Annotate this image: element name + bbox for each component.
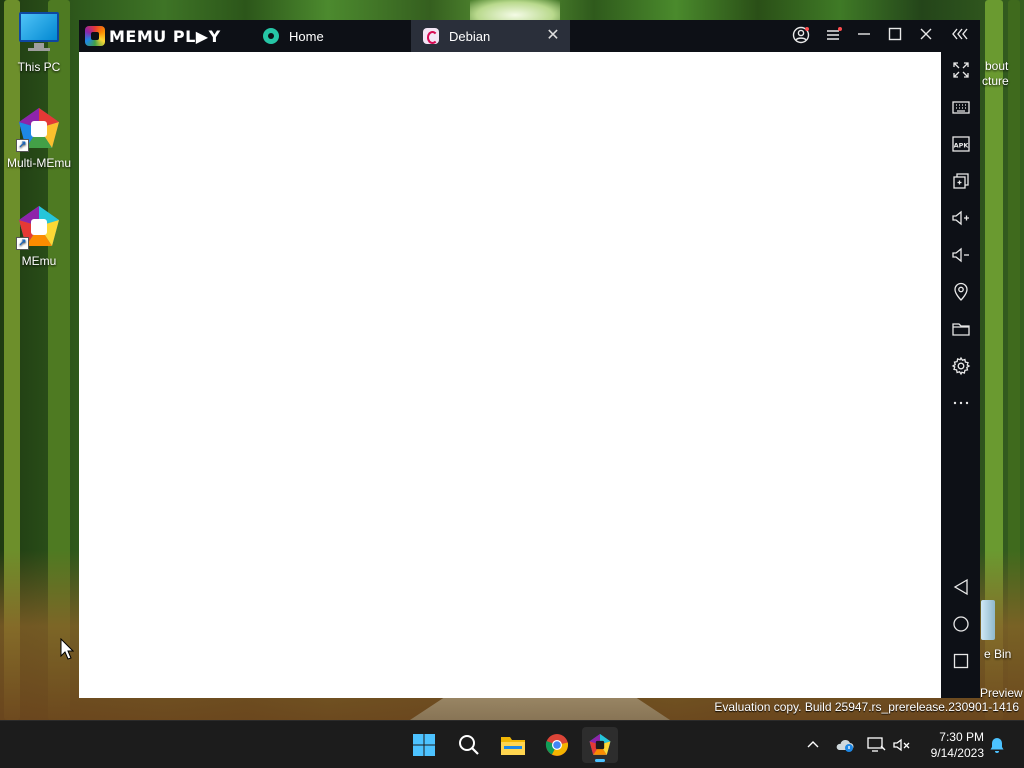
maximize-icon[interactable] bbox=[884, 26, 906, 46]
volume-down-icon[interactable] bbox=[950, 244, 972, 266]
memu-icon[interactable] bbox=[582, 727, 618, 763]
desktop-icon-multi-memu[interactable]: ↗ Multi-MEmu bbox=[3, 106, 75, 170]
multi-window-icon[interactable] bbox=[950, 170, 972, 192]
title-bar[interactable]: MEMU PL▶Y Home Debian ✕ bbox=[79, 20, 980, 52]
tab-home[interactable]: Home bbox=[255, 20, 411, 52]
apk-icon[interactable]: APK bbox=[950, 133, 972, 155]
chevron-up-icon[interactable] bbox=[803, 735, 823, 755]
desktop-icon-memu[interactable]: ↗ MEmu bbox=[3, 204, 75, 268]
tab-label: Debian bbox=[449, 28, 491, 44]
close-tab-icon[interactable]: ✕ bbox=[544, 27, 562, 45]
clock-date: 9/14/2023 bbox=[930, 746, 984, 760]
recents-icon[interactable] bbox=[950, 650, 972, 672]
onedrive-icon[interactable] bbox=[835, 735, 855, 755]
close-icon[interactable] bbox=[915, 26, 937, 46]
evaluation-watermark: Evaluation copy. Build 25947.rs_prerelea… bbox=[714, 700, 1019, 714]
location-icon[interactable] bbox=[950, 281, 972, 303]
memu-home-icon bbox=[263, 28, 279, 44]
emulator-toolbar: APK bbox=[941, 52, 980, 698]
collapse-sidebar-icon[interactable] bbox=[949, 26, 971, 46]
memu-logo-icon bbox=[85, 26, 105, 46]
start-icon[interactable] bbox=[406, 727, 442, 763]
tab-label: Home bbox=[289, 28, 324, 44]
volume-muted-icon[interactable] bbox=[892, 735, 912, 755]
preview-watermark: Preview bbox=[980, 686, 1023, 700]
back-icon[interactable] bbox=[950, 576, 972, 598]
desktop-icon-label: MEmu bbox=[21, 254, 57, 268]
android-screen[interactable] bbox=[79, 52, 941, 698]
chrome-icon[interactable] bbox=[539, 727, 575, 763]
volume-up-icon[interactable] bbox=[950, 207, 972, 229]
settings-icon[interactable] bbox=[950, 355, 972, 377]
display-icon[interactable] bbox=[866, 735, 886, 755]
system-clock[interactable]: 7:30 PM 9/14/2023 bbox=[918, 729, 984, 761]
this-pc-icon bbox=[16, 10, 62, 56]
account-icon[interactable] bbox=[790, 26, 812, 46]
clock-time: 7:30 PM bbox=[939, 730, 984, 744]
more-icon[interactable] bbox=[950, 392, 972, 414]
desktop-icon-label-partial: e Bin bbox=[984, 647, 1012, 661]
multi-memu-icon: ↗ bbox=[16, 106, 62, 152]
tab-debian[interactable]: Debian ✕ bbox=[411, 20, 570, 52]
memu-window: MEMU PL▶Y Home Debian ✕ APK bbox=[79, 20, 980, 698]
taskbar: 7:30 PM 9/14/2023 bbox=[0, 720, 1024, 768]
mouse-cursor-icon bbox=[60, 638, 74, 660]
fullscreen-icon[interactable] bbox=[950, 59, 972, 81]
desktop-icon-label-partial: bout bbox=[985, 59, 1009, 73]
desktop-icon-label: This PC bbox=[17, 60, 61, 74]
desktop-icon-label: Multi-MEmu bbox=[6, 156, 71, 170]
minimize-icon[interactable] bbox=[853, 26, 875, 46]
desktop-icon-this-pc[interactable]: This PC bbox=[3, 10, 75, 74]
debian-icon bbox=[423, 28, 439, 44]
folder-icon[interactable] bbox=[950, 318, 972, 340]
notification-bell-icon[interactable] bbox=[987, 735, 1007, 755]
recycle-bin-icon[interactable] bbox=[981, 600, 995, 640]
shortcut-arrow-icon: ↗ bbox=[16, 139, 29, 152]
menu-icon[interactable] bbox=[822, 26, 844, 46]
desktop-icon-label-partial: cture bbox=[982, 74, 1009, 88]
memu-logo: MEMU PL▶Y bbox=[85, 26, 221, 46]
memu-app-icon: ↗ bbox=[16, 204, 62, 250]
keyboard-icon[interactable] bbox=[950, 96, 972, 118]
file-explorer-icon[interactable] bbox=[495, 727, 531, 763]
svg-text:APK: APK bbox=[954, 142, 970, 150]
search-icon[interactable] bbox=[451, 727, 487, 763]
shortcut-arrow-icon: ↗ bbox=[16, 237, 29, 250]
memu-brand-text: MEMU PL▶Y bbox=[109, 26, 221, 46]
home-icon[interactable] bbox=[950, 613, 972, 635]
